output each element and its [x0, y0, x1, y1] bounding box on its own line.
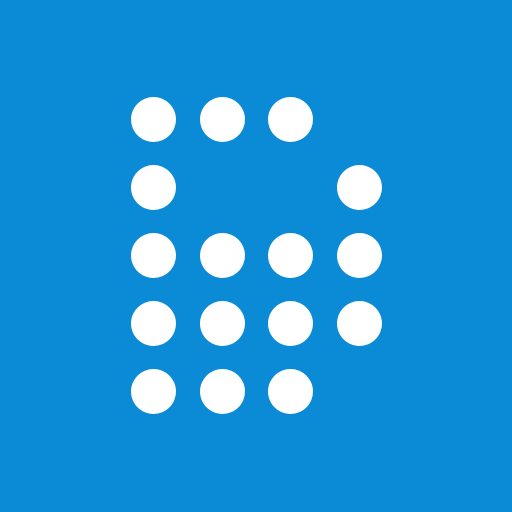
dot-r4-c1 [131, 301, 176, 346]
dot-r3-c3 [268, 233, 313, 278]
dot-r5-c3 [268, 369, 313, 414]
dot-r4-c4 [336, 301, 382, 346]
dot-r4-c3 [268, 301, 313, 346]
dot-r1-c2 [199, 97, 245, 142]
dot-r3-c4 [336, 233, 382, 278]
dot-r5-c2 [199, 369, 245, 414]
dot-r3-c1 [131, 233, 176, 278]
dot-r4-c2 [199, 301, 245, 346]
dot-r5-c1 [131, 369, 176, 414]
dot-r1-c3 [268, 97, 313, 142]
dot-r1-c1 [131, 97, 176, 142]
dot-r2-c4 [336, 165, 382, 210]
dot-r3-c2 [199, 233, 245, 278]
logo-canvas [0, 0, 512, 512]
dot-r2-c1 [131, 165, 176, 210]
